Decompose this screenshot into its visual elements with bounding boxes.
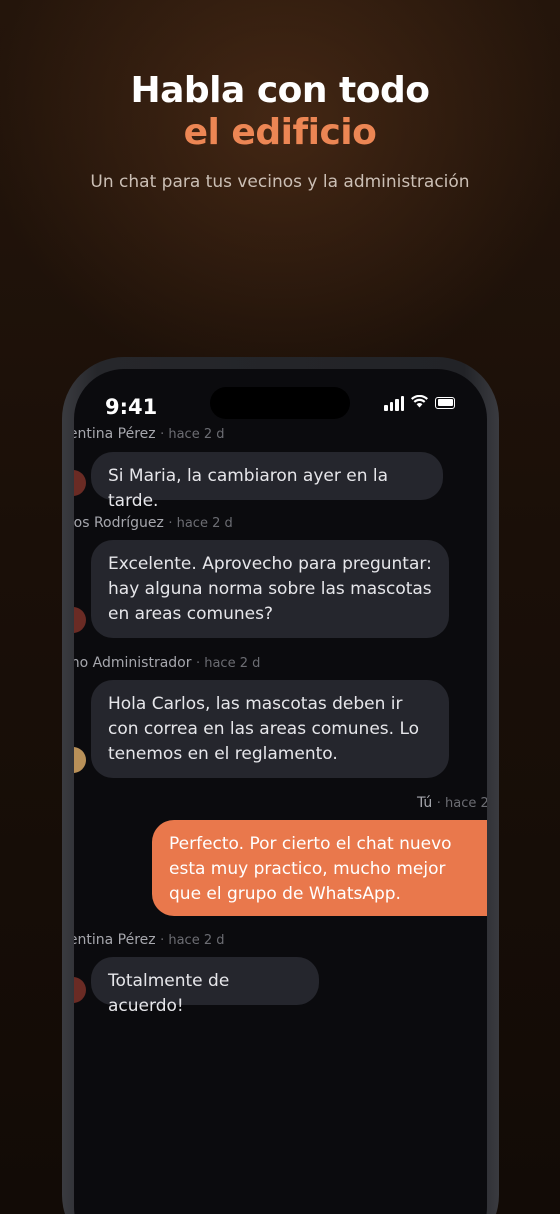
wifi-icon <box>411 393 428 412</box>
cellular-signal-icon <box>384 395 404 411</box>
my-message-bubble[interactable]: Perfecto. Por cierto el chat nuevo esta … <box>152 820 487 916</box>
message-time: · hace 2 <box>436 796 487 811</box>
message-text: Excelente. Aprovecho para preguntar: hay… <box>108 554 432 624</box>
message-author: mo Administrador <box>74 655 192 671</box>
message-author: lentina Pérez <box>74 426 156 442</box>
message-meta: rlos Rodríguez · hace 2 d <box>74 515 233 531</box>
battery-icon <box>435 396 455 409</box>
phone-mockup: lentina Pérez · hace 2 d Si Maria, la ca… <box>62 357 499 1214</box>
message-meta: mo Administrador · hace 2 d <box>74 655 260 671</box>
message-author: lentina Pérez <box>74 932 156 948</box>
headline-line-1: Habla con todo <box>130 70 430 111</box>
promo-page: Habla con todo el edificio Un chat para … <box>0 0 560 1214</box>
message-text: Hola Carlos, las mascotas deben ir con c… <box>108 694 420 764</box>
status-time: 9:41 <box>105 395 158 419</box>
message-text: Totalmente de acuerdo! <box>108 971 230 1016</box>
dynamic-island <box>210 387 350 419</box>
message-text: Si Maria, la cambiaron ayer en la tarde. <box>108 466 389 511</box>
message-bubble[interactable]: Totalmente de acuerdo! <box>91 957 319 1016</box>
message-bubble[interactable]: Si Maria, la cambiaron ayer en la tarde. <box>91 452 443 511</box>
message-time: · hace 2 d <box>160 933 225 948</box>
message-meta: lentina Pérez · hace 2 d <box>74 932 224 948</box>
message-author: Tú <box>417 795 433 811</box>
message-bubble[interactable]: Hola Carlos, las mascotas deben ir con c… <box>91 680 449 778</box>
phone-screen: lentina Pérez · hace 2 d Si Maria, la ca… <box>74 369 487 1214</box>
message-text: Perfecto. Por cierto el chat nuevo esta … <box>169 834 452 904</box>
headline-line-2: el edificio <box>183 112 377 153</box>
message-author: rlos Rodríguez <box>74 515 164 531</box>
headline: Habla con todo el edificio <box>0 70 560 154</box>
avatar[interactable] <box>74 607 86 633</box>
subtitle: Un chat para tus vecinos y la administra… <box>90 172 470 192</box>
avatar[interactable] <box>74 747 86 773</box>
message-time: · hace 2 d <box>195 656 261 671</box>
avatar[interactable] <box>74 977 86 1003</box>
status-icons <box>384 393 455 412</box>
avatar[interactable] <box>74 470 86 496</box>
message-bubble[interactable]: Excelente. Aprovecho para preguntar: hay… <box>91 540 449 638</box>
message-time: · hace 2 d <box>160 427 225 442</box>
message-time: · hace 2 d <box>168 516 233 531</box>
message-meta: Tú · hace 2 <box>417 795 487 811</box>
chat-thread[interactable]: lentina Pérez · hace 2 d Si Maria, la ca… <box>74 369 487 1214</box>
message-meta: lentina Pérez · hace 2 d <box>74 426 224 442</box>
